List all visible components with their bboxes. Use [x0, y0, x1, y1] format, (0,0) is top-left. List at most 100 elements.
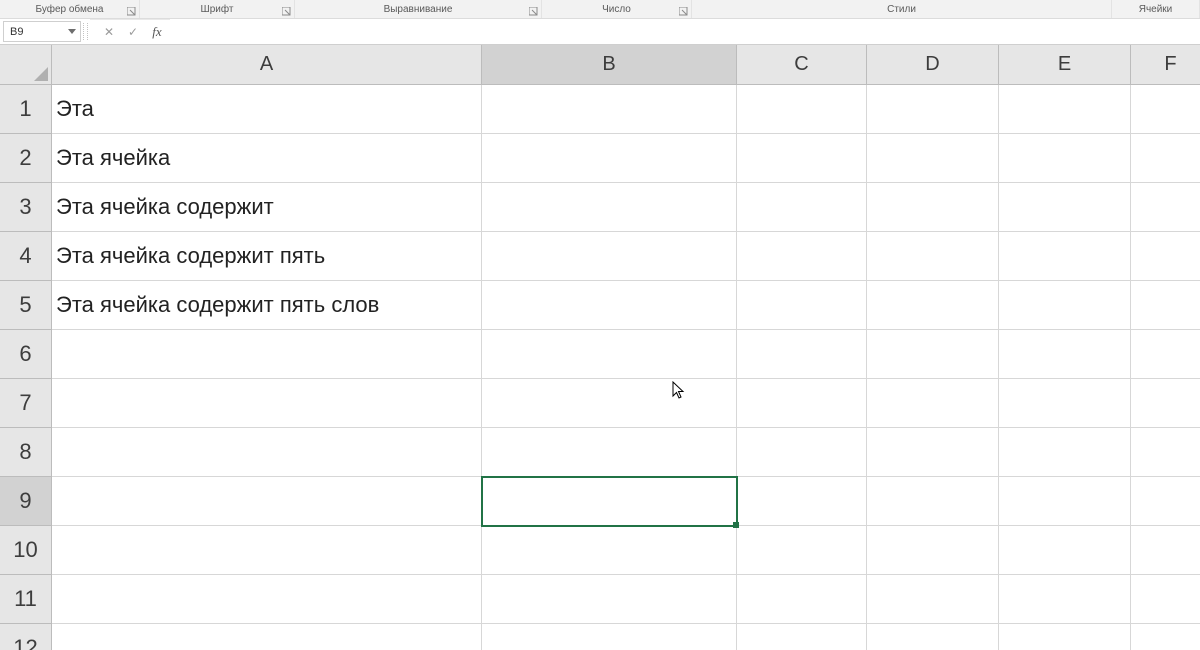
cell-F10[interactable]	[1131, 526, 1200, 575]
cell-A6[interactable]	[52, 330, 482, 379]
cell-B7[interactable]	[482, 379, 737, 428]
cell-D8[interactable]	[867, 428, 999, 477]
cell-B9[interactable]	[482, 477, 737, 526]
cell-A8[interactable]	[52, 428, 482, 477]
insert-function-button[interactable]: fx	[146, 22, 168, 42]
cell-D9[interactable]	[867, 477, 999, 526]
row-header-11[interactable]: 11	[0, 575, 52, 624]
cell-E1[interactable]	[999, 85, 1131, 134]
column-header-F[interactable]: F	[1131, 45, 1200, 85]
cell-F3[interactable]	[1131, 183, 1200, 232]
cell-A10[interactable]	[52, 526, 482, 575]
cell-C12[interactable]	[737, 624, 867, 650]
vertical-grip[interactable]	[83, 23, 88, 40]
cell-F6[interactable]	[1131, 330, 1200, 379]
cell-E6[interactable]	[999, 330, 1131, 379]
name-box[interactable]: B9	[3, 21, 81, 42]
cell-B6[interactable]	[482, 330, 737, 379]
cancel-button[interactable]: ✕	[98, 22, 120, 42]
cell-F4[interactable]	[1131, 232, 1200, 281]
cell-D11[interactable]	[867, 575, 999, 624]
cell-D7[interactable]	[867, 379, 999, 428]
cell-C7[interactable]	[737, 379, 867, 428]
cell-E7[interactable]	[999, 379, 1131, 428]
cell-F12[interactable]	[1131, 624, 1200, 650]
cell-B3[interactable]	[482, 183, 737, 232]
row-header-4[interactable]: 4	[0, 232, 52, 281]
row-header-12[interactable]: 12	[0, 624, 52, 650]
cell-B1[interactable]	[482, 85, 737, 134]
cell-B10[interactable]	[482, 526, 737, 575]
dialog-launcher-icon[interactable]	[127, 7, 136, 16]
cell-B5[interactable]	[482, 281, 737, 330]
cell-B8[interactable]	[482, 428, 737, 477]
cell-D12[interactable]	[867, 624, 999, 650]
row-header-9[interactable]: 9	[0, 477, 52, 526]
cell-C2[interactable]	[737, 134, 867, 183]
cell-A12[interactable]	[52, 624, 482, 650]
row-header-8[interactable]: 8	[0, 428, 52, 477]
cell-F5[interactable]	[1131, 281, 1200, 330]
cell-F11[interactable]	[1131, 575, 1200, 624]
cell-C6[interactable]	[737, 330, 867, 379]
cell-C11[interactable]	[737, 575, 867, 624]
row-header-10[interactable]: 10	[0, 526, 52, 575]
cell-B11[interactable]	[482, 575, 737, 624]
dialog-launcher-icon[interactable]	[282, 7, 291, 16]
cell-E4[interactable]	[999, 232, 1131, 281]
cell-C4[interactable]	[737, 232, 867, 281]
dialog-launcher-icon[interactable]	[679, 7, 688, 16]
cell-F1[interactable]	[1131, 85, 1200, 134]
cell-D1[interactable]	[867, 85, 999, 134]
cell-A5[interactable]: Эта ячейка содержит пять слов	[52, 281, 482, 330]
cell-E9[interactable]	[999, 477, 1131, 526]
column-header-E[interactable]: E	[999, 45, 1131, 85]
cell-D10[interactable]	[867, 526, 999, 575]
cell-A3[interactable]: Эта ячейка содержит	[52, 183, 482, 232]
chevron-down-icon[interactable]	[68, 26, 76, 38]
column-header-D[interactable]: D	[867, 45, 999, 85]
row-header-6[interactable]: 6	[0, 330, 52, 379]
cell-C1[interactable]	[737, 85, 867, 134]
cell-F7[interactable]	[1131, 379, 1200, 428]
cell-B12[interactable]	[482, 624, 737, 650]
cell-E12[interactable]	[999, 624, 1131, 650]
cell-D5[interactable]	[867, 281, 999, 330]
cell-B4[interactable]	[482, 232, 737, 281]
cell-C8[interactable]	[737, 428, 867, 477]
column-header-B[interactable]: B	[482, 45, 737, 85]
enter-button[interactable]: ✓	[122, 22, 144, 42]
formula-input[interactable]	[170, 19, 1200, 44]
cell-A4[interactable]: Эта ячейка содержит пять	[52, 232, 482, 281]
cell-D6[interactable]	[867, 330, 999, 379]
cell-B2[interactable]	[482, 134, 737, 183]
cell-E3[interactable]	[999, 183, 1131, 232]
column-header-A[interactable]: A	[52, 45, 482, 85]
cell-D3[interactable]	[867, 183, 999, 232]
row-header-1[interactable]: 1	[0, 85, 52, 134]
cell-D2[interactable]	[867, 134, 999, 183]
cell-C9[interactable]	[737, 477, 867, 526]
cell-E10[interactable]	[999, 526, 1131, 575]
cell-A2[interactable]: Эта ячейка	[52, 134, 482, 183]
cell-A11[interactable]	[52, 575, 482, 624]
row-header-7[interactable]: 7	[0, 379, 52, 428]
cell-E2[interactable]	[999, 134, 1131, 183]
dialog-launcher-icon[interactable]	[529, 7, 538, 16]
cell-E5[interactable]	[999, 281, 1131, 330]
row-header-3[interactable]: 3	[0, 183, 52, 232]
row-header-5[interactable]: 5	[0, 281, 52, 330]
cell-E11[interactable]	[999, 575, 1131, 624]
row-header-2[interactable]: 2	[0, 134, 52, 183]
cell-F9[interactable]	[1131, 477, 1200, 526]
cell-A1[interactable]: Эта	[52, 85, 482, 134]
cell-E8[interactable]	[999, 428, 1131, 477]
cell-C3[interactable]	[737, 183, 867, 232]
cell-D4[interactable]	[867, 232, 999, 281]
cell-C5[interactable]	[737, 281, 867, 330]
cell-F2[interactable]	[1131, 134, 1200, 183]
cell-A7[interactable]	[52, 379, 482, 428]
select-all-corner[interactable]	[0, 45, 52, 85]
cell-C10[interactable]	[737, 526, 867, 575]
column-header-C[interactable]: C	[737, 45, 867, 85]
